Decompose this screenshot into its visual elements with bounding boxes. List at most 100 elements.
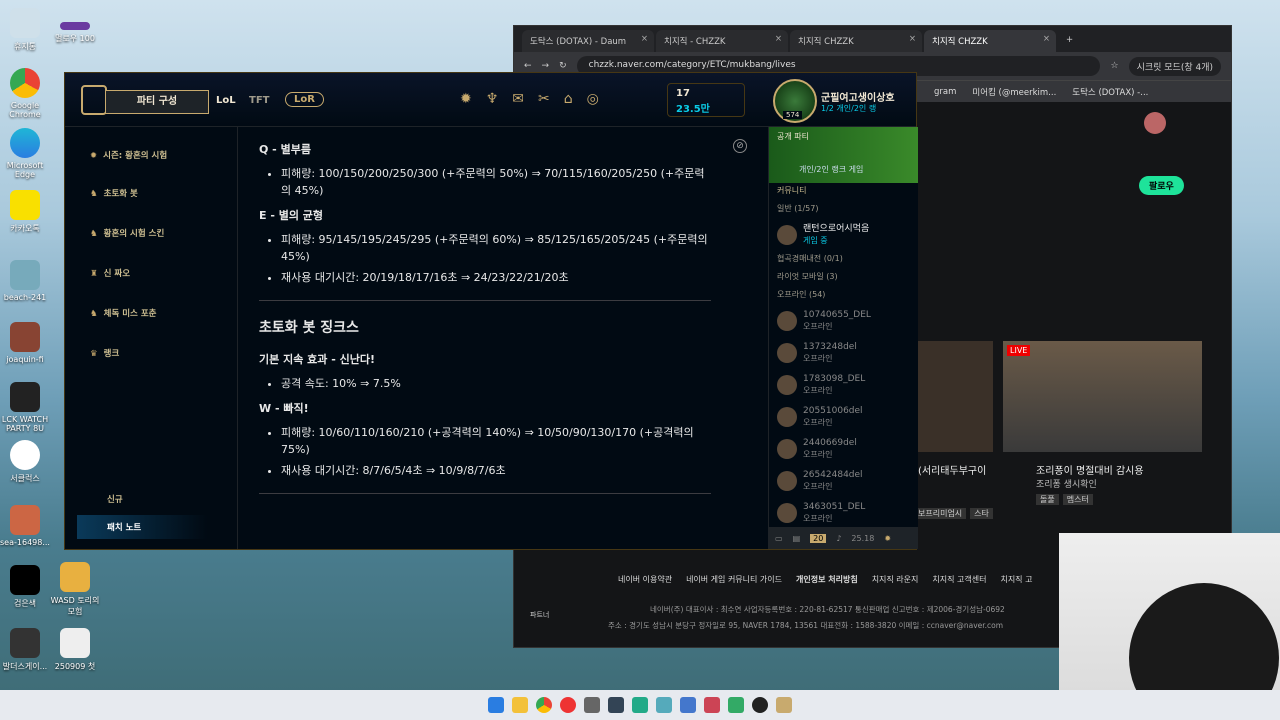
new-tab-button[interactable]: + — [1058, 30, 1082, 52]
stream-title[interactable]: (서리태두부구이 — [918, 462, 986, 477]
sun-icon[interactable]: ✹ — [460, 91, 472, 107]
close-icon[interactable]: × — [909, 34, 916, 44]
loot-icon[interactable]: ⌂ — [564, 91, 573, 107]
friend-row[interactable]: 1373248del 오프라인 — [769, 337, 918, 369]
app-icon[interactable] — [608, 697, 624, 713]
edge-desktop-icon[interactable]: Microsoft Edge — [0, 128, 54, 179]
close-icon[interactable]: × — [641, 34, 648, 44]
currency-panel: 17 23.5만 — [667, 83, 745, 117]
group-row[interactable]: 오프라인 (54) — [769, 287, 918, 305]
party-button[interactable]: 파티 구성 — [105, 90, 209, 114]
avatar — [777, 471, 797, 491]
tags: 돌풀 멤스터 — [1036, 494, 1093, 505]
group-general[interactable]: 일반 (1/57) — [769, 201, 918, 219]
app-icon[interactable] — [632, 697, 648, 713]
forward-icon[interactable]: → — [542, 61, 550, 71]
image-file-icon[interactable]: joaquin-fi — [0, 322, 54, 364]
calculator-icon[interactable] — [584, 697, 600, 713]
mic-icon[interactable]: ♪ — [836, 534, 841, 543]
beach-image-icon[interactable]: beach-241 — [0, 260, 54, 302]
chat-icon[interactable]: ▭ — [775, 534, 783, 543]
friend-row[interactable]: 20551006del 오프라인 — [769, 401, 918, 433]
friend-row[interactable]: 2440669del 오프라인 — [769, 433, 918, 465]
avatar — [777, 225, 797, 245]
tab-dotax[interactable]: 도탁스 (DOTAX) - Daum × — [522, 30, 654, 52]
bookmark-item[interactable]: gram — [934, 87, 956, 97]
footer-address: 주소 : 경기도 성남시 분당구 정자일로 95, NAVER 1784, 13… — [608, 621, 1004, 630]
wasd-game-icon[interactable]: WASD 토리의 모험 — [46, 562, 104, 617]
channel-name[interactable]: 조리퐁 생시확인 — [1036, 477, 1097, 490]
close-icon[interactable]: × — [1043, 34, 1050, 44]
app-icon[interactable] — [656, 697, 672, 713]
missions-badge: 20 — [810, 533, 827, 543]
bookmark-item[interactable]: 미어킴 (@meerkim... — [972, 86, 1056, 98]
friend-row[interactable]: 3463051_DEL 오프라인 — [769, 497, 918, 529]
star-icon[interactable]: ☆ — [1110, 61, 1118, 71]
nav-xinzhao[interactable]: ♜ 신 짜오 — [90, 267, 130, 279]
app-icon[interactable] — [704, 697, 720, 713]
back-icon[interactable]: ← — [524, 61, 532, 71]
friend-row[interactable]: 10740655_DEL 오프라인 — [769, 305, 918, 337]
close-icon[interactable]: × — [775, 34, 782, 44]
group-row[interactable]: 협곡경매내전 (0/1) — [769, 251, 918, 269]
nav-patch-notes[interactable]: 패치 노트 — [77, 515, 207, 539]
open-party-card[interactable]: 공개 파티 개인/2인 랭크 게임 — [769, 127, 918, 183]
obs-icon[interactable] — [752, 697, 768, 713]
chrome-desktop-icon[interactable]: Google Chrome — [0, 68, 54, 119]
tab-chzzk-3[interactable]: 치지직 CHZZK × — [924, 30, 1056, 52]
chrome-icon[interactable] — [536, 697, 552, 713]
group-row[interactable]: 라이엇 모바일 (3) — [769, 269, 918, 287]
ability-title: 기본 지속 효과 - 신난다! — [259, 353, 375, 366]
trophy-icon[interactable]: ♆ — [486, 91, 499, 107]
document-icon[interactable]: 250909 첫 — [46, 628, 104, 672]
stream-thumbnail[interactable] — [917, 341, 993, 452]
stream-title[interactable]: 조리퐁이 명절대비 감시용 — [1036, 462, 1144, 477]
avatar[interactable] — [1144, 112, 1166, 134]
settings-icon[interactable]: ✹ — [884, 534, 891, 543]
friend-row[interactable]: 랜턴으로어시먹음 게임 중 — [769, 219, 918, 251]
desktop-shortcut[interactable]: 멀로우 100 — [46, 22, 104, 44]
player-name[interactable]: 군필여고생이상호 — [821, 89, 895, 104]
crossed-swords-icon[interactable]: ✂ — [538, 91, 550, 107]
follow-button[interactable]: 팔로우 — [1139, 176, 1184, 195]
league-logo-icon[interactable] — [81, 85, 107, 115]
friend-row[interactable]: 26542484del 오프라인 — [769, 465, 918, 497]
kakaotalk-desktop-icon[interactable]: 카카오톡 — [0, 190, 54, 234]
league-icon[interactable] — [776, 697, 792, 713]
start-icon[interactable] — [488, 697, 504, 713]
left-nav: ✹ 시즌: 황혼의 시험 ♞ 초토화 봇 ♞ 황혼의 시험 스킨 ♜ 신 짜오 ♞ 체독 … — [65, 127, 238, 549]
nav-skins[interactable]: ♞ 황혼의 시험 스킨 — [90, 227, 164, 239]
nav-doom-bot[interactable]: ♞ 초토화 봇 — [90, 187, 138, 199]
nav-mf[interactable]: ♞ 체독 미스 포춘 — [90, 307, 156, 319]
tab-chzzk-2[interactable]: 치지직 CHZZK × — [790, 30, 922, 52]
avatar — [777, 343, 797, 363]
reload-icon[interactable]: ↻ — [559, 61, 567, 71]
nav-lor[interactable]: LoR — [285, 92, 324, 107]
player-status: 1/2 개인/2인 랭 — [821, 104, 877, 113]
nav-season[interactable]: ✹ 시즌: 황혼의 시험 — [90, 149, 167, 161]
circlux-icon[interactable]: 서클럭스 — [0, 440, 54, 484]
nav-lol[interactable]: LoL — [216, 95, 236, 106]
hide-icon[interactable]: ⊘ — [733, 139, 747, 153]
store-icon[interactable]: ◎ — [587, 91, 599, 107]
nav-new[interactable]: 신규 — [107, 493, 123, 505]
nav-rank[interactable]: ♛ 랭크 — [90, 347, 119, 359]
nav-tft[interactable]: TFT — [249, 95, 269, 106]
list-item: 피해량: 10/60/110/160/210 (+공격력의 140%) ⇒ 10… — [281, 424, 711, 458]
lck-shortcut-icon[interactable]: LCK WATCH PARTY 8U — [0, 382, 54, 433]
app-icon[interactable] — [560, 697, 576, 713]
chest-icon[interactable]: ✉ — [512, 91, 524, 107]
mask-icon: ♞ — [90, 309, 98, 319]
app-icon[interactable] — [728, 697, 744, 713]
explorer-icon[interactable] — [512, 697, 528, 713]
bookmark-item[interactable]: 도탁스 (DOTAX) -... — [1072, 86, 1148, 98]
tab-chzzk-1[interactable]: 치지직 - CHZZK × — [656, 30, 788, 52]
app-icon[interactable] — [680, 697, 696, 713]
sea-image-icon[interactable]: sea-16498... — [0, 505, 54, 547]
stream-thumbnail[interactable]: LIVE — [1003, 341, 1202, 452]
friend-row[interactable]: 1783098_DEL 오프라인 — [769, 369, 918, 401]
footer-links: 네이버 이용약관 네이버 게임 커뮤니티 가이드 개인정보 처리방침 치지직 라운지 치… — [618, 575, 1033, 584]
helmet-icon: ♜ — [90, 269, 98, 279]
missions-icon[interactable]: ▤ — [793, 534, 801, 543]
incognito-badge[interactable]: 시크릿 모드(창 4개) — [1128, 56, 1221, 76]
